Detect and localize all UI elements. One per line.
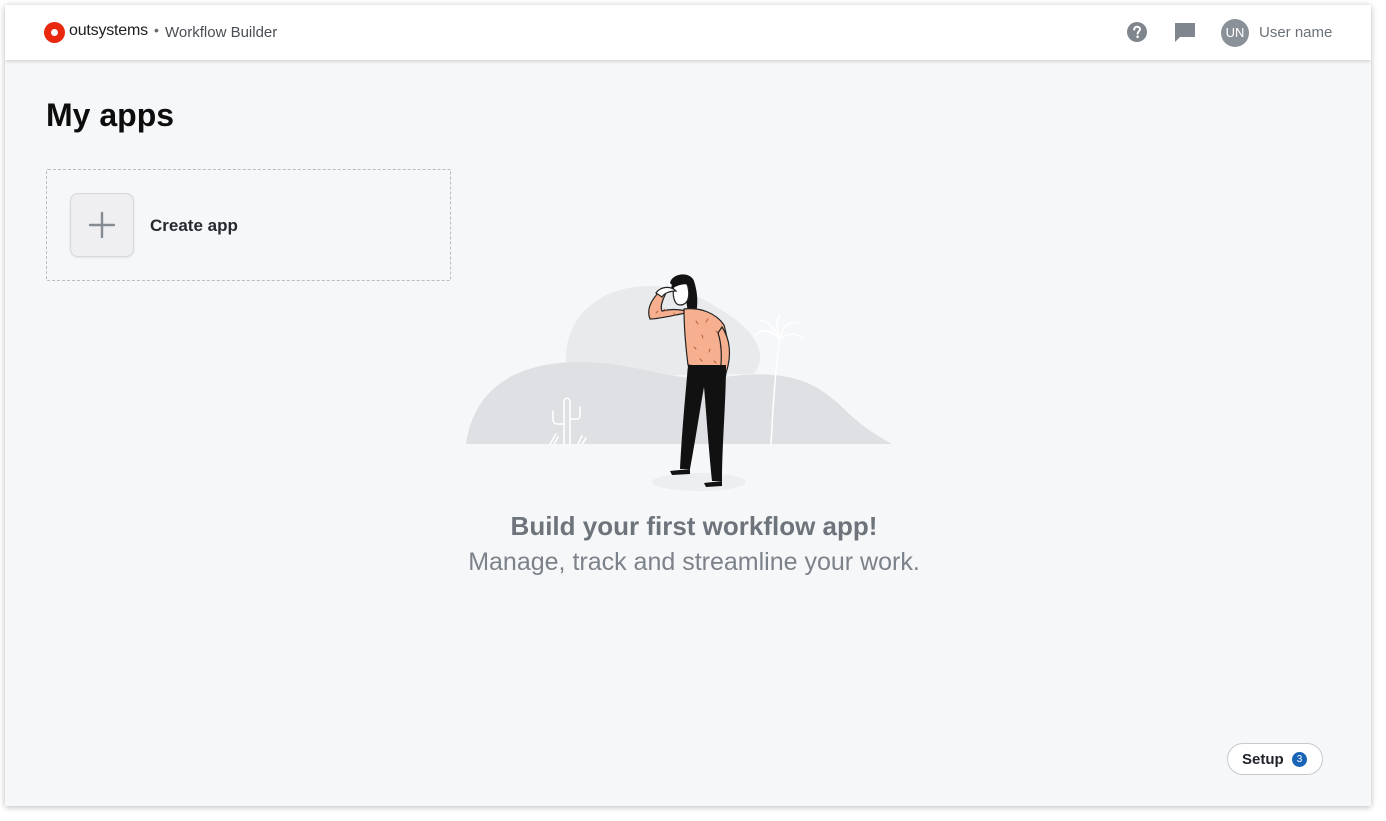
- avatar[interactable]: UN: [1221, 19, 1249, 47]
- create-app-card[interactable]: Create app: [46, 169, 451, 281]
- app-window: outsystems • Workflow Builder UN User na…: [5, 5, 1371, 806]
- brand-separator: •: [154, 22, 159, 38]
- product-name: Workflow Builder: [165, 24, 278, 41]
- empty-state-illustration: [466, 274, 892, 491]
- chat-icon[interactable]: [1174, 22, 1196, 43]
- top-bar: outsystems • Workflow Builder UN User na…: [5, 5, 1371, 60]
- person-shadow: [652, 473, 746, 491]
- setup-count-badge: 3: [1292, 752, 1307, 767]
- outsystems-logo-icon[interactable]: [44, 22, 65, 43]
- create-app-button[interactable]: [70, 193, 134, 257]
- setup-label[interactable]: Setup: [1242, 751, 1284, 768]
- help-icon[interactable]: [1127, 22, 1147, 42]
- user-name[interactable]: User name: [1259, 24, 1332, 41]
- empty-state-subtitle: Manage, track and streamline your work.: [468, 548, 920, 576]
- create-app-label[interactable]: Create app: [150, 216, 238, 236]
- plus-icon: [88, 211, 116, 239]
- empty-state-title: Build your first workflow app!: [510, 511, 878, 541]
- page-title: My apps: [46, 97, 175, 133]
- setup-button[interactable]: Setup 3: [1227, 743, 1323, 775]
- brand-name[interactable]: outsystems: [69, 22, 148, 40]
